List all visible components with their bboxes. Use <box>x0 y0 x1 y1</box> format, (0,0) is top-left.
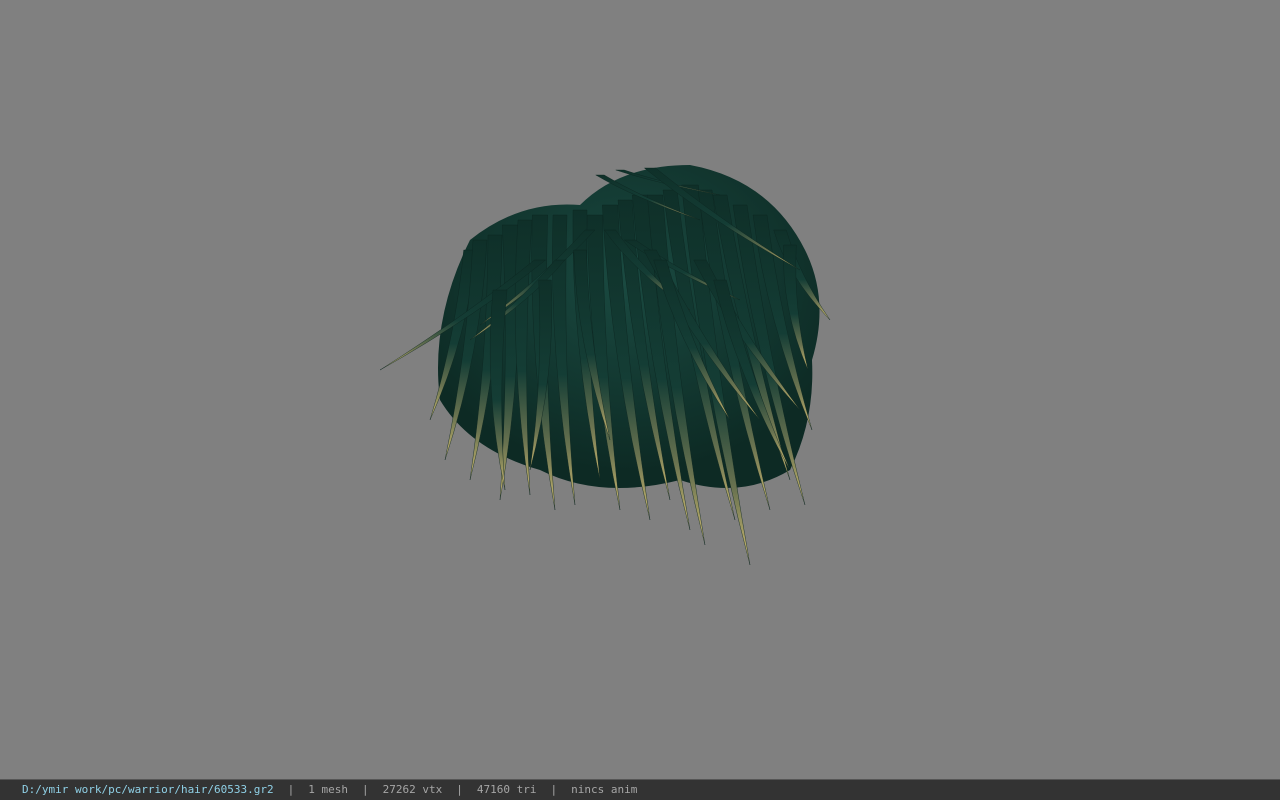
separator: | <box>362 783 369 796</box>
status-bar: D:/ymir work/pc/warrior/hair/60533.gr2 | 1… <box>0 779 1280 800</box>
triangle-count: 47160 tri <box>476 783 537 796</box>
file-path: D:/ymir work/pc/warrior/hair/60533.gr2 <box>22 783 274 796</box>
mesh-count: 1 mesh <box>308 783 349 796</box>
separator: | <box>456 783 463 796</box>
anim-status: nincs anim <box>571 783 638 796</box>
vertex-count: 27262 vtx <box>382 783 443 796</box>
separator: | <box>550 783 558 796</box>
hair-mesh <box>379 165 831 566</box>
hair-model-render <box>379 165 831 566</box>
3d-viewport[interactable] <box>0 0 1280 779</box>
separator: | <box>287 783 295 796</box>
